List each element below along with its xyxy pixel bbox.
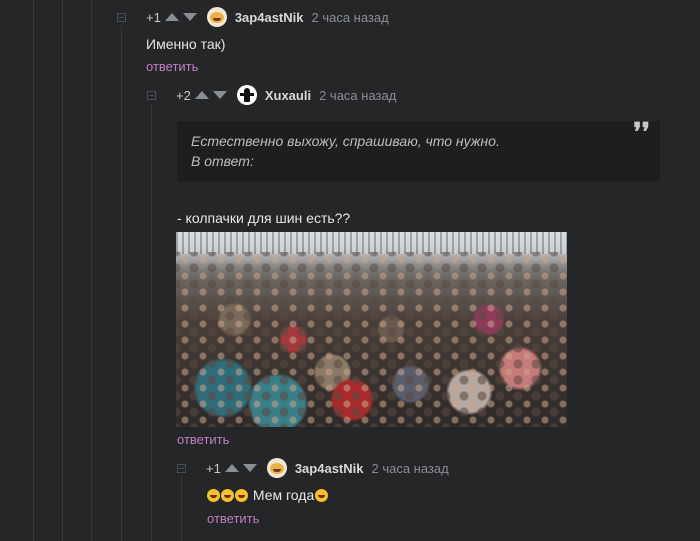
thread-line xyxy=(91,0,92,541)
grinning-emoji-icon xyxy=(221,489,234,502)
upvote-icon[interactable] xyxy=(194,91,209,99)
avatar[interactable] xyxy=(266,458,287,478)
downvote-icon[interactable] xyxy=(212,91,227,99)
quote-block: Естественно выхожу, спрашиваю, что нужно… xyxy=(177,118,660,182)
downvote-icon[interactable] xyxy=(242,464,257,472)
collapse-thread-icon[interactable] xyxy=(117,13,126,22)
comment-text: Именно так) xyxy=(146,36,226,52)
crowd-photo[interactable] xyxy=(176,232,567,427)
photo-background-trees xyxy=(176,232,567,254)
collapse-thread-icon[interactable] xyxy=(147,91,156,100)
laughing-tears-emoji-icon xyxy=(315,489,329,502)
thread-line[interactable] xyxy=(181,475,182,541)
comment-rating: +1 xyxy=(206,460,221,476)
username[interactable]: 3ap4astNik xyxy=(235,10,304,25)
quote-line: В ответ: xyxy=(191,153,254,169)
downvote-icon[interactable] xyxy=(182,13,197,21)
upvote-icon[interactable] xyxy=(164,13,179,21)
photo-crowd xyxy=(176,252,567,427)
comment-time: 2 часа назад xyxy=(311,9,389,25)
comment-header: +1 3ap4astNik 2 часа назад xyxy=(206,458,449,478)
comment-text: - колпачки для шин есть?? xyxy=(177,210,351,226)
avatar[interactable] xyxy=(236,85,257,105)
avatar[interactable] xyxy=(206,7,227,27)
thread-line xyxy=(33,0,34,541)
quote-line: Естественно выхожу, спрашиваю, что нужно… xyxy=(191,133,500,149)
reply-link[interactable]: ответить xyxy=(177,432,229,447)
collapse-thread-icon[interactable] xyxy=(177,464,186,473)
thread-line[interactable] xyxy=(151,105,152,541)
username[interactable]: Xuxauli xyxy=(265,88,311,103)
quote-icon: ❜❜ xyxy=(633,118,650,148)
comment-header: +1 3ap4astNik 2 часа назад xyxy=(146,7,389,27)
grinning-emoji-icon xyxy=(207,489,220,502)
comment-rating: +1 xyxy=(146,9,161,25)
reply-link[interactable]: ответить xyxy=(146,59,198,74)
thread-line[interactable] xyxy=(121,26,122,541)
comment-header: +2 Xuxauli 2 часа назад xyxy=(176,85,396,105)
thread-line xyxy=(62,0,63,541)
reply-link[interactable]: ответить xyxy=(207,511,259,526)
comment-rating: +2 xyxy=(176,87,191,103)
comment-text: Мем года xyxy=(207,487,329,503)
comment-text-label: Мем года xyxy=(252,487,315,503)
comment-time: 2 часа назад xyxy=(371,460,449,476)
grinning-emoji-icon xyxy=(235,489,248,502)
username[interactable]: 3ap4astNik xyxy=(295,461,364,476)
comment-time: 2 часа назад xyxy=(319,87,397,103)
upvote-icon[interactable] xyxy=(224,464,239,472)
